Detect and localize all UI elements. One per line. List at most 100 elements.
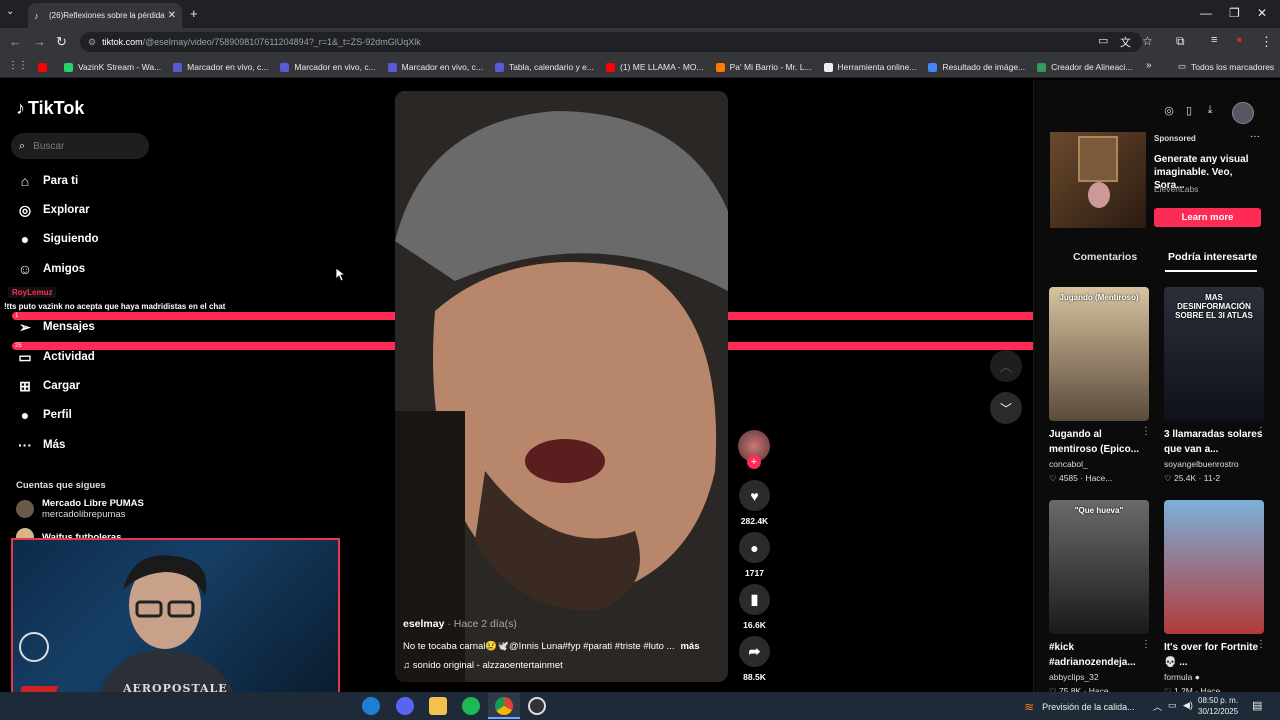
video-author[interactable]: eselmay · Hace 2 día(s) (403, 618, 517, 630)
bookmark-item[interactable]: Resultado de imáge... (928, 62, 1025, 72)
bookmark-item[interactable]: Tabla, calendario y e... (494, 62, 594, 72)
ad-more-icon[interactable]: ··· (1250, 131, 1260, 142)
card-more-icon[interactable]: ⋮ (1141, 426, 1151, 437)
bookmark-item[interactable]: Marcador en vivo, c... (387, 62, 483, 72)
share-button[interactable]: ➦ 88.5K (738, 636, 771, 682)
media-icon[interactable]: ≡ (1211, 34, 1217, 46)
comment-button[interactable]: ● 1717 (738, 532, 771, 578)
save-button[interactable]: ▮ 16.6K (738, 584, 771, 630)
chevron-up-icon: ︿ (999, 359, 1012, 374)
bookmark-item[interactable]: VazinK Stream - Wa... (64, 62, 161, 72)
video-sound[interactable]: ♫ sonido original - alzzaoentertainmet (403, 660, 563, 671)
tiktok-logo[interactable]: ♪ TikTok (16, 98, 84, 119)
sidebar-item-friends[interactable]: ☺ Amigos (16, 260, 85, 278)
sidebar-item-upload[interactable]: ⊞ Cargar (16, 377, 80, 395)
browser-tab-tiktok[interactable]: ♪ (26)Reflexiones sobre la pérdida ✕ (28, 3, 182, 28)
card-more-icon[interactable]: ⋮ (1141, 639, 1151, 650)
weather-widget[interactable]: ≋ Previsión de la calida... (1024, 700, 1135, 714)
new-tab-button[interactable]: + (190, 6, 198, 21)
bookmarks-overflow-icon[interactable]: » (1146, 60, 1152, 71)
card-more-icon[interactable]: ⋮ (1256, 639, 1266, 650)
sidebar-item-messages[interactable]: ➢ Mensajes (16, 318, 95, 336)
tab-search-icon[interactable]: ⌄ (6, 6, 14, 17)
streamer-webcam-overlay: AEROPOSTALE (11, 538, 340, 714)
video-thumbnail[interactable]: MAS DESINFORMACIÓN SOBRE EL 3I ATLAS (1164, 287, 1264, 421)
compass-small-icon[interactable]: ◎ (1160, 104, 1178, 122)
apps-icon[interactable]: ⋮⋮ (8, 60, 28, 71)
card-more-icon[interactable]: ⋮ (1256, 426, 1266, 437)
minimize-icon[interactable]: — (1200, 6, 1212, 20)
video-title[interactable]: 3 llamaradas solares que van a... (1164, 427, 1264, 457)
stream-badge-icon (19, 632, 49, 662)
translate-icon[interactable]: 文 (1120, 34, 1131, 50)
video-author[interactable]: soyangelbuenrostro (1164, 459, 1239, 469)
sidebar-item-following[interactable]: ● Siguiendo (16, 230, 99, 248)
extensions-icon[interactable]: ⧉ (1176, 34, 1185, 49)
chrome-icon[interactable] (495, 697, 513, 715)
video-title[interactable]: It's over for Fortnite 💀 ... (1164, 640, 1264, 670)
video-author[interactable]: concabol_ (1049, 459, 1088, 469)
chrome-menu-icon[interactable]: ⋮ (1260, 34, 1273, 50)
profile-icon[interactable]: ● (1236, 34, 1243, 46)
bookmark-star-icon[interactable]: ☆ (1142, 34, 1153, 48)
site-info-icon[interactable]: ⚙ (88, 37, 96, 48)
bookmark-item[interactable]: Pa' Mi Barrio - Mr. L... (715, 62, 812, 72)
video-player[interactable] (395, 91, 728, 682)
ad-brand[interactable]: ElevenLabs (1154, 184, 1198, 194)
reload-icon[interactable]: ↻ (56, 34, 67, 50)
tab-close-icon[interactable]: ✕ (168, 10, 176, 21)
download-icon[interactable]: ⤓ (1201, 104, 1219, 122)
like-count: 282.4K (740, 516, 769, 526)
video-title[interactable]: Jugando al mentiroso (Epico... (1049, 427, 1149, 457)
following-account[interactable]: Mercado Libre PUMAS mercadolibrepumas (16, 498, 144, 520)
spotify-icon[interactable] (462, 697, 480, 715)
url-input[interactable]: ⚙ tiktok.com/@eselmay/video/758909810761… (80, 32, 1142, 52)
bookmark-item[interactable]: (1) ME LLAMA - MO... (606, 62, 704, 72)
comment-count: 1717 (745, 568, 764, 578)
video-author[interactable]: abbyclips_32 (1049, 672, 1099, 682)
notification-icon[interactable]: ▤ (1252, 699, 1262, 712)
sidebar-item-compass[interactable]: ◎ Explorar (16, 201, 90, 219)
bookmark-item[interactable] (38, 62, 52, 72)
phone-icon[interactable]: ▯ (1180, 104, 1198, 122)
bookmark-item[interactable]: Creador de Alineaci... (1037, 62, 1132, 72)
like-button[interactable]: ♥ 282.4K (738, 480, 771, 526)
tray-chevron-icon[interactable]: ︿ (1153, 700, 1162, 713)
maximize-icon[interactable]: ❐ (1229, 6, 1240, 20)
network-icon[interactable]: ▭ (1168, 700, 1177, 711)
video-thumbnail[interactable]: "Que hueva" (1049, 500, 1149, 634)
sidebar-item-activity[interactable]: ▭ Actividad (16, 348, 94, 366)
video-thumbnail[interactable]: Jugando (Mentiroso) (1049, 287, 1149, 421)
more-button[interactable]: más (680, 641, 699, 652)
user-avatar[interactable] (1232, 102, 1254, 124)
forward-icon[interactable]: → (33, 34, 46, 49)
obs-icon[interactable] (528, 697, 546, 715)
sidebar-item-home[interactable]: ⌂ Para ti (16, 172, 78, 190)
video-thumbnail[interactable] (1164, 500, 1264, 634)
learn-more-button[interactable]: Learn more (1154, 208, 1261, 227)
file-explorer-icon[interactable] (429, 697, 447, 715)
search-input[interactable]: ⌕ Buscar (11, 133, 149, 159)
back-icon[interactable]: ← (9, 34, 22, 49)
video-author[interactable]: formula ● (1164, 672, 1200, 682)
tab-recommended[interactable]: Podría interesarte (1168, 251, 1257, 263)
discord-icon[interactable] (396, 697, 414, 715)
follow-plus-icon[interactable]: + (747, 455, 761, 469)
sidebar-item-more[interactable]: ··· Más (16, 436, 65, 454)
all-bookmarks-folder[interactable]: ▭ Todos los marcadores (1178, 61, 1274, 72)
cast-icon[interactable]: ▭ (1098, 34, 1108, 47)
edge-icon[interactable] (362, 697, 380, 715)
next-video-button[interactable]: ﹀ (990, 392, 1022, 424)
bookmark-item[interactable]: Marcador en vivo, c... (173, 62, 268, 72)
author-name[interactable]: eselmay (403, 618, 444, 630)
tab-comments[interactable]: Comentarios (1073, 251, 1137, 263)
taskbar-clock[interactable]: 08:50 p. m. 30/12/2025 (1198, 695, 1238, 717)
ad-image[interactable] (1050, 132, 1146, 228)
sidebar-item-profile[interactable]: ● Perfil (16, 406, 72, 424)
window-close-icon[interactable]: ✕ (1257, 6, 1267, 20)
bookmark-item[interactable]: Herramienta online... (823, 62, 916, 72)
video-title[interactable]: #kick #adrianozendeja... (1049, 640, 1149, 670)
volume-icon[interactable]: ◀) (1183, 700, 1193, 711)
bookmark-item[interactable]: Marcador en vivo, c... (280, 62, 376, 72)
previous-video-button[interactable]: ︿ (990, 350, 1022, 382)
